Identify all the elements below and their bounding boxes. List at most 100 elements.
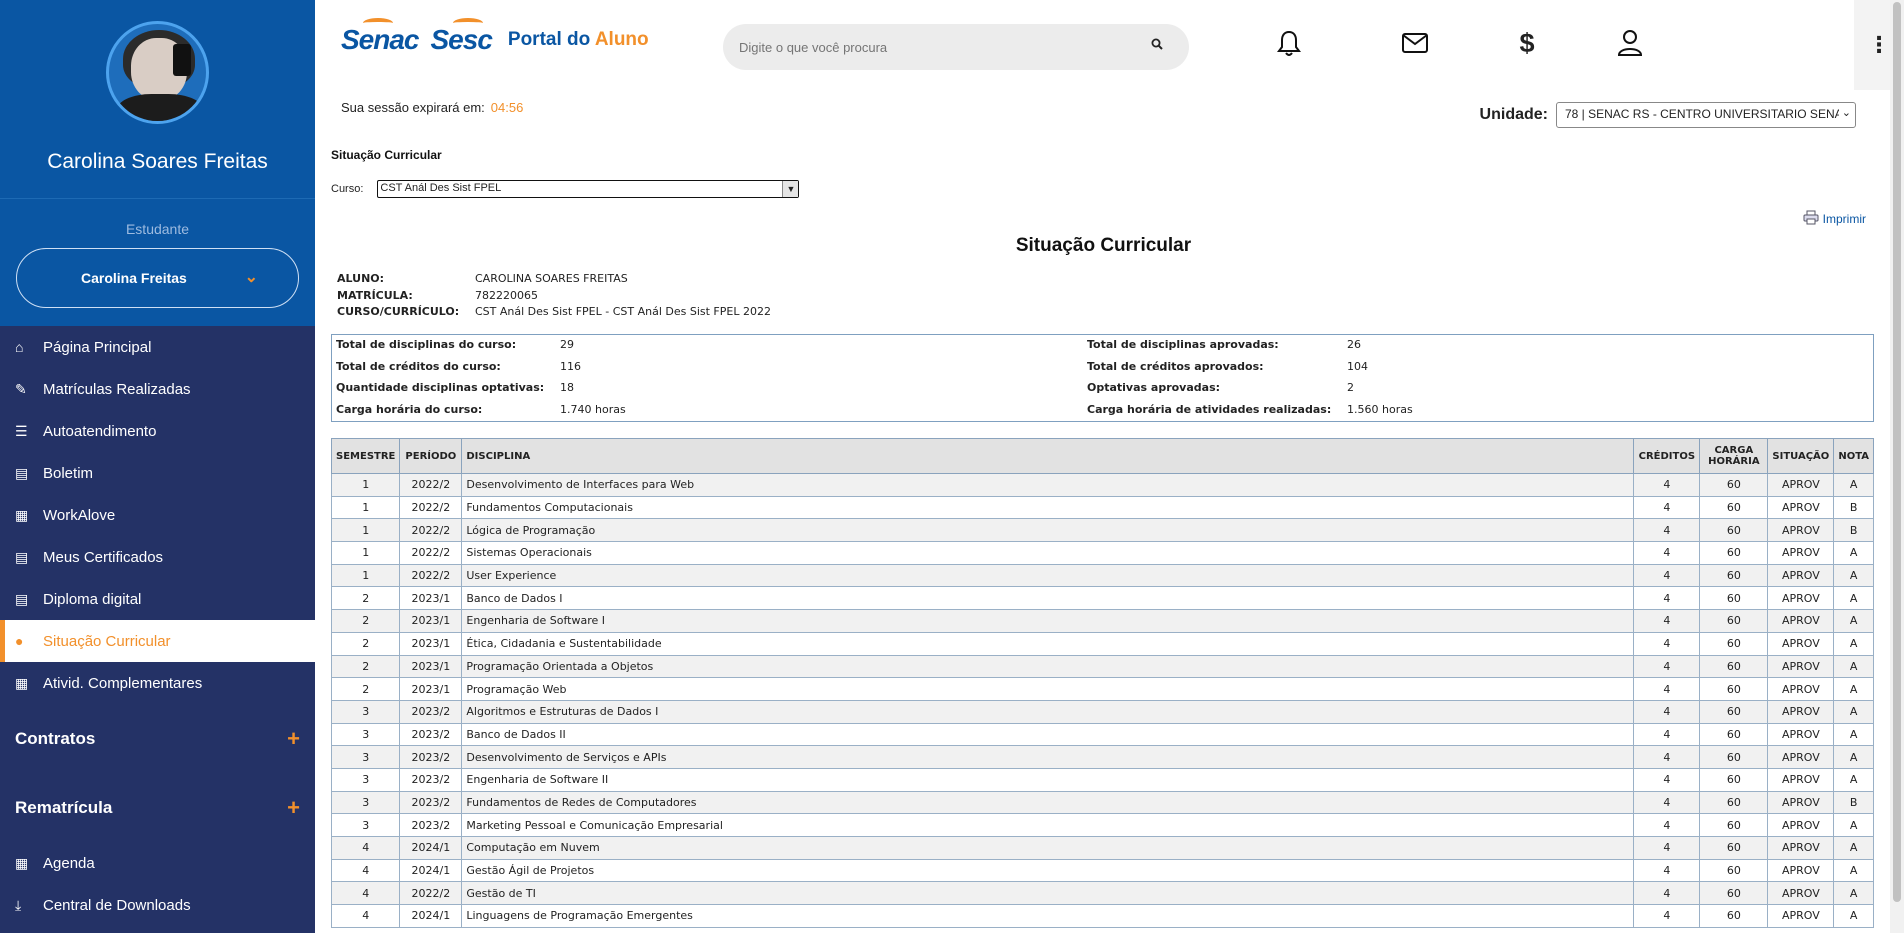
user-icon[interactable] bbox=[1615, 28, 1645, 58]
cell-situacao: APROV bbox=[1767, 722, 1835, 747]
cell-carga-horaria: 60 bbox=[1699, 858, 1769, 883]
search-input[interactable] bbox=[739, 39, 1139, 55]
summary-line: Total de créditos aprovados: 104 bbox=[1087, 360, 1413, 382]
table-row: 2 2023/1 Ética, Cidadania e Sustentabilida… bbox=[330, 631, 1874, 656]
cell-situacao: APROV bbox=[1767, 586, 1835, 611]
sidebar-item-central-de-downloads[interactable]: ⤓ Central de Downloads bbox=[0, 884, 315, 926]
portal-logo[interactable]: Senac Sesc Portal do Aluno bbox=[341, 18, 649, 56]
sidebar-item-matriculas-realizadas[interactable]: ✎ Matrículas Realizadas bbox=[0, 368, 315, 410]
sidebar-item-meus-certificados[interactable]: ▤ Meus Certificados bbox=[0, 536, 315, 578]
cell-creditos: 4 bbox=[1633, 495, 1701, 520]
sidebar-section-rematricula[interactable]: Rematrícula + bbox=[0, 773, 315, 842]
sidebar-item-autoatendimento[interactable]: ☰ Autoatendimento bbox=[0, 410, 315, 452]
col-creditos[interactable]: CRÉDITOS bbox=[1633, 438, 1701, 474]
cell-semestre: 4 bbox=[330, 904, 401, 928]
calendar-icon: ▦ bbox=[15, 854, 29, 871]
cell-nota: A bbox=[1833, 881, 1874, 906]
cell-semestre: 2 bbox=[330, 631, 401, 656]
user-selector[interactable]: Carolina Freitas ⌄ bbox=[16, 248, 299, 308]
cell-semestre: 3 bbox=[330, 813, 401, 837]
cell-disciplina: Fundamentos Computacionais bbox=[461, 495, 1635, 520]
print-button[interactable]: Imprimir bbox=[1803, 210, 1866, 228]
session-time: 04:56 bbox=[490, 100, 524, 115]
table-row: 2 2023/1 Programação Orientada a Objetos 4 6… bbox=[330, 654, 1874, 679]
cell-situacao: APROV bbox=[1767, 495, 1835, 520]
cell-situacao: APROV bbox=[1767, 767, 1835, 792]
cell-disciplina: Engenharia de Software II bbox=[461, 767, 1635, 792]
unidade-value: 78 | SENAC RS - CENTRO UNIVERSITARIO SEN… bbox=[1565, 107, 1852, 121]
cell-semestre: 2 bbox=[330, 654, 401, 679]
table-row: 2 2023/1 Banco de Dados I 4 60 APROV A bbox=[330, 586, 1874, 611]
matricula-label: MATRÍCULA: bbox=[337, 288, 413, 302]
cell-carga-horaria: 60 bbox=[1699, 495, 1769, 520]
curso-curriculo-label: CURSO/CURRÍCULO: bbox=[337, 305, 460, 318]
cell-semestre: 2 bbox=[330, 677, 401, 701]
cell-nota: A bbox=[1833, 813, 1874, 837]
sidebar-item-label: Meus Certificados bbox=[43, 548, 164, 566]
col-nota[interactable]: NOTA bbox=[1833, 438, 1874, 474]
unidade-select[interactable]: 78 | SENAC RS - CENTRO UNIVERSITARIO SEN… bbox=[1556, 102, 1856, 128]
search-icon[interactable] bbox=[1151, 38, 1163, 54]
cell-carga-horaria: 60 bbox=[1699, 586, 1769, 611]
scrollbar[interactable] bbox=[1890, 0, 1904, 933]
cell-disciplina: Linguagens de Programação Emergentes bbox=[461, 904, 1635, 928]
scrollbar-thumb[interactable] bbox=[1893, 2, 1901, 902]
sidebar-item-ativid-complementares[interactable]: ▦ Ativid. Complementares bbox=[0, 662, 315, 704]
cell-situacao: APROV bbox=[1767, 473, 1835, 497]
cell-creditos: 4 bbox=[1633, 858, 1701, 883]
col-semestre[interactable]: SEMESTRE bbox=[330, 438, 401, 474]
cell-disciplina: Ética, Cidadania e Sustentabilidade bbox=[461, 631, 1635, 656]
cell-creditos: 4 bbox=[1633, 836, 1701, 860]
curso-label: Curso: bbox=[331, 183, 364, 195]
cell-nota: B bbox=[1833, 790, 1874, 815]
avatar[interactable] bbox=[106, 21, 209, 124]
mail-icon[interactable] bbox=[1400, 28, 1430, 58]
cell-disciplina: User Experience bbox=[461, 563, 1635, 588]
sidebar-section-contratos[interactable]: Contratos + bbox=[0, 704, 315, 773]
curso-select[interactable]: CST Anál Des Sist FPEL ▼ bbox=[377, 180, 800, 198]
summary-line: Total de créditos do curso: 116 bbox=[336, 360, 626, 382]
grid-icon: ▦ bbox=[15, 506, 29, 523]
cell-disciplina: Algoritmos e Estruturas de Dados I bbox=[461, 699, 1635, 724]
cell-nota: A bbox=[1833, 767, 1874, 792]
sidebar-item-label: Agenda bbox=[43, 854, 95, 872]
sidebar-item-agenda[interactable]: ▦ Agenda bbox=[0, 842, 315, 884]
sidebar-item-boletim[interactable]: ▤ Boletim bbox=[0, 452, 315, 494]
col-situacao[interactable]: SITUAÇÃO bbox=[1767, 438, 1835, 474]
summary-value: 104 bbox=[1347, 359, 1368, 373]
cell-carga-horaria: 60 bbox=[1699, 881, 1769, 906]
cell-periodo: 2024/1 bbox=[399, 904, 463, 928]
aluno-value: CAROLINA SOARES FREITAS bbox=[475, 272, 628, 285]
cell-creditos: 4 bbox=[1633, 813, 1701, 837]
curso-curriculo-value: CST Anál Des Sist FPEL - CST Anál Des Si… bbox=[475, 305, 771, 318]
cell-periodo: 2022/2 bbox=[399, 518, 463, 543]
table-row: 3 2023/2 Desenvolvimento de Serviços e API… bbox=[330, 745, 1874, 769]
cell-nota: A bbox=[1833, 631, 1874, 656]
cell-carga-horaria: 60 bbox=[1699, 563, 1769, 588]
cell-creditos: 4 bbox=[1633, 677, 1701, 701]
cell-nota: A bbox=[1833, 654, 1874, 679]
document-icon: ▤ bbox=[15, 590, 29, 607]
chevron-down-icon: ▼ bbox=[782, 181, 799, 197]
col-carga-horaria[interactable]: CARGA HORÁRIA bbox=[1699, 438, 1769, 474]
sidebar-item-pagina-principal[interactable]: ⌂ Página Principal bbox=[0, 326, 315, 368]
bell-icon[interactable] bbox=[1274, 28, 1304, 58]
unidade-label: Unidade: bbox=[1479, 106, 1548, 123]
cell-nota: B bbox=[1833, 518, 1874, 543]
cell-creditos: 4 bbox=[1633, 767, 1701, 792]
cell-nota: A bbox=[1833, 722, 1874, 747]
col-periodo[interactable]: PERÍODO bbox=[399, 438, 463, 474]
sidebar-item-workalove[interactable]: ▦ WorkAlove bbox=[0, 494, 315, 536]
cell-disciplina: Desenvolvimento de Serviços e APIs bbox=[461, 745, 1635, 769]
summary-label: Total de disciplinas aprovadas: bbox=[1087, 338, 1279, 351]
dollar-icon[interactable]: $ bbox=[1512, 28, 1542, 58]
sidebar-item-situacao-curricular[interactable]: ● Situação Curricular bbox=[0, 620, 315, 662]
summary-value: 2 bbox=[1347, 381, 1354, 394]
col-disciplina[interactable]: DISCIPLINA bbox=[461, 438, 1635, 474]
sidebar-item-label: Página Principal bbox=[43, 338, 152, 356]
sidebar-item-diploma-digital[interactable]: ▤ Diploma digital bbox=[0, 578, 315, 620]
profile-panel: Carolina Soares Freitas Estudante Caroli… bbox=[0, 0, 315, 326]
cell-carga-horaria: 60 bbox=[1699, 745, 1769, 769]
cell-semestre: 3 bbox=[330, 699, 401, 724]
cell-situacao: APROV bbox=[1767, 790, 1835, 815]
